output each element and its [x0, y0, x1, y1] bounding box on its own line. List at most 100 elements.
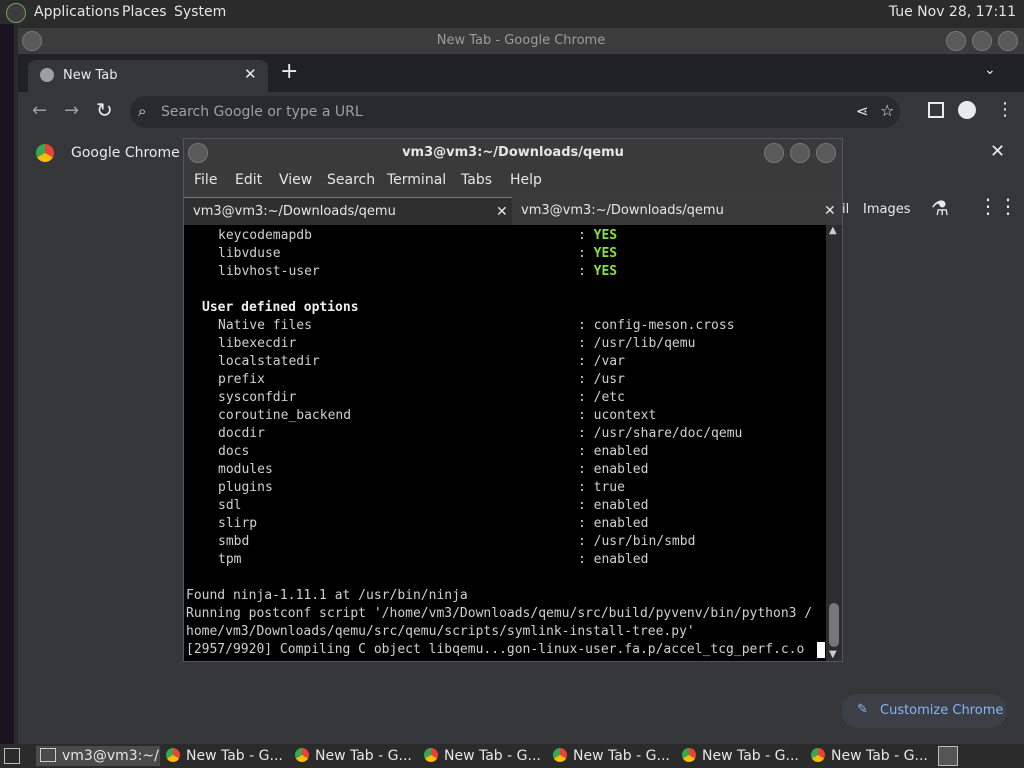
side-panel-icon[interactable] — [928, 102, 944, 118]
menu-places[interactable]: Places — [122, 4, 167, 20]
customize-label: Customize Chrome — [880, 703, 1004, 718]
terminal-output[interactable]: keycodemapdb : YES libvduse : YES libvho… — [184, 225, 826, 661]
maximize-button[interactable] — [972, 31, 992, 51]
menu-terminal[interactable]: Terminal — [387, 172, 446, 188]
option-key: localstatedir — [218, 354, 320, 369]
task-chrome[interactable]: New Tab - G... — [811, 746, 935, 766]
task-chrome[interactable]: New Tab - G... — [424, 746, 548, 766]
task-chrome[interactable]: New Tab - G... — [166, 746, 290, 766]
scroll-down-icon[interactable]: ▼ — [829, 649, 837, 660]
toolbar: ← → ↻ ⌕ Search Google or type a URL ⋖ ☆ … — [18, 92, 1024, 132]
terminal-tab-close-icon[interactable]: ✕ — [824, 197, 836, 225]
menu-edit[interactable]: Edit — [235, 172, 262, 188]
chrome-icon — [811, 748, 825, 762]
option-value: : true — [578, 480, 625, 495]
search-icon: ⌕ — [138, 102, 147, 120]
terminal-cursor — [817, 642, 825, 658]
tab-label: New Tab — [63, 68, 118, 83]
menu-applications[interactable]: Applications — [34, 4, 120, 20]
scroll-up-icon[interactable]: ▲ — [829, 225, 837, 236]
window-menu-button[interactable] — [22, 31, 42, 51]
menu-view[interactable]: View — [279, 172, 312, 188]
share-icon[interactable]: ⋖ — [856, 102, 869, 120]
terminal-tab-2[interactable]: vm3@vm3:~/Downloads/qemu ✕ — [514, 197, 842, 225]
more-menu-icon[interactable]: ⋮ — [996, 99, 1014, 120]
gmail-link[interactable]: il — [842, 202, 849, 217]
chrome-icon — [295, 748, 309, 762]
pencil-icon: ✎ — [857, 702, 868, 717]
infobar-text: Google Chrome is — [71, 145, 196, 161]
terminal-tab-label: vm3@vm3:~/Downloads/qemu — [521, 203, 724, 218]
task-chrome[interactable]: New Tab - G... — [553, 746, 677, 766]
task-terminal[interactable]: vm3@vm3:~/... — [36, 746, 160, 766]
terminal-minimize-button[interactable] — [764, 143, 784, 163]
clock[interactable]: Tue Nov 28, 17:11 — [889, 4, 1016, 20]
back-icon[interactable]: ← — [32, 100, 47, 121]
address-bar[interactable]: ⌕ Search Google or type a URL ⋖ ☆ — [130, 96, 900, 128]
output-line: Running postconf script '/home/vm3/Downl… — [186, 606, 813, 621]
customize-chrome-button[interactable]: ✎ Customize Chrome — [841, 694, 1007, 728]
labs-flask-icon[interactable]: ⚗ — [931, 196, 949, 220]
option-key: sdl — [218, 498, 242, 513]
distro-logo-icon[interactable] — [6, 3, 26, 23]
menu-help[interactable]: Help — [510, 172, 542, 188]
option-value: : enabled — [578, 462, 649, 477]
option-value: : /usr — [578, 372, 625, 387]
terminal-tab-label: vm3@vm3:~/Downloads/qemu — [193, 204, 396, 219]
menu-system[interactable]: System — [174, 4, 226, 20]
terminal-close-button[interactable] — [816, 143, 836, 163]
option-value: : enabled — [578, 552, 649, 567]
chrome-titlebar[interactable]: New Tab - Google Chrome — [18, 28, 1024, 54]
chrome-icon — [553, 748, 567, 762]
terminal-maximize-button[interactable] — [790, 143, 810, 163]
terminal-scrollbar[interactable]: ▲ ▼ — [826, 225, 842, 661]
option-value: : /usr/bin/smbd — [578, 534, 696, 549]
option-key: sysconfdir — [218, 390, 297, 405]
infobar-close-icon[interactable]: ✕ — [990, 141, 1005, 162]
option-key: modules — [218, 462, 273, 477]
terminal-window: vm3@vm3:~/Downloads/qemu File Edit View … — [183, 138, 843, 662]
option-key: smbd — [218, 534, 250, 549]
terminal-tab-close-icon[interactable]: ✕ — [496, 198, 508, 226]
task-chrome[interactable]: New Tab - G... — [295, 746, 419, 766]
option-value: : enabled — [578, 516, 649, 531]
output-line: [2957/9920] Compiling C object libqemu..… — [186, 642, 805, 657]
tab-search-chevron-icon[interactable]: ⌄ — [984, 62, 996, 78]
images-link[interactable]: Images — [863, 202, 911, 217]
top-panel: Applications Places System Tue Nov 28, 1… — [0, 0, 1024, 24]
window-title: New Tab - Google Chrome — [436, 33, 606, 48]
terminal-menubar: File Edit View Search Terminal Tabs Help — [184, 167, 842, 195]
option-key: tpm — [218, 552, 242, 567]
forward-icon[interactable]: → — [64, 100, 79, 121]
menu-tabs[interactable]: Tabs — [461, 172, 492, 188]
option-line: : YES — [578, 246, 618, 261]
menu-file[interactable]: File — [194, 172, 217, 188]
terminal-window-menu-button[interactable] — [188, 143, 208, 163]
bookmark-star-icon[interactable]: ☆ — [880, 101, 894, 120]
reload-icon[interactable]: ↻ — [96, 98, 113, 122]
option-line: libvhost-user — [218, 264, 320, 279]
new-tab-icon[interactable]: + — [280, 59, 298, 84]
desktop-background — [0, 24, 14, 744]
close-tab-icon[interactable]: ✕ — [244, 65, 257, 83]
task-chrome[interactable]: New Tab - G... — [682, 746, 806, 766]
apps-grid-icon[interactable]: ⋮⋮⋮ — [978, 194, 1024, 218]
terminal-title: vm3@vm3:~/Downloads/qemu — [402, 145, 624, 160]
chrome-icon — [682, 748, 696, 762]
chrome-icon — [166, 748, 180, 762]
workspace-switcher-icon[interactable] — [938, 746, 958, 766]
terminal-tab-1[interactable]: vm3@vm3:~/Downloads/qemu ✕ — [184, 197, 512, 226]
close-button[interactable] — [998, 31, 1018, 51]
minimize-button[interactable] — [946, 31, 966, 51]
terminal-titlebar[interactable]: vm3@vm3:~/Downloads/qemu — [184, 139, 842, 167]
option-key: docdir — [218, 426, 265, 441]
option-value: : /usr/lib/qemu — [578, 336, 696, 351]
option-value: : enabled — [578, 498, 649, 513]
option-line: libvduse — [218, 246, 281, 261]
tab-new-tab[interactable]: New Tab ✕ — [28, 60, 268, 92]
scrollbar-thumb[interactable] — [829, 603, 839, 647]
menu-search[interactable]: Search — [327, 172, 375, 188]
profile-avatar-icon[interactable] — [958, 101, 976, 119]
show-desktop-icon[interactable] — [4, 748, 20, 764]
terminal-icon — [40, 748, 56, 762]
